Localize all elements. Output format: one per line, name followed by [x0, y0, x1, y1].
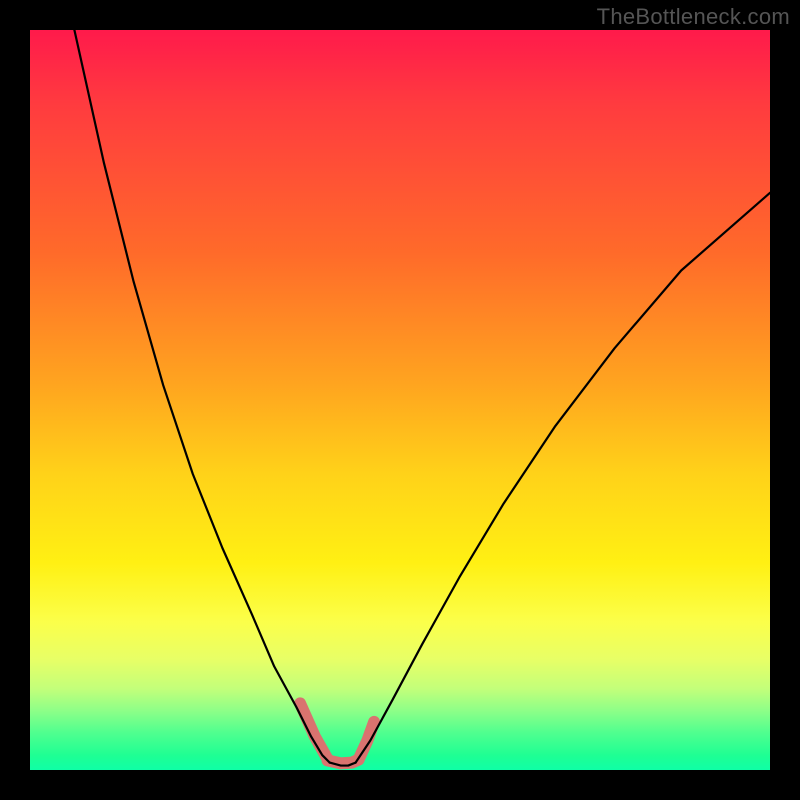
series-left-branch — [74, 30, 329, 763]
highlight-overlay — [300, 703, 374, 763]
bottleneck-curves — [74, 30, 770, 766]
watermark-text: TheBottleneck.com — [597, 4, 790, 30]
plot-area — [30, 30, 770, 770]
series-right-branch — [356, 193, 770, 763]
chart-frame: TheBottleneck.com — [0, 0, 800, 800]
highlight-seg-0 — [300, 703, 327, 759]
curve-layer — [30, 30, 770, 770]
